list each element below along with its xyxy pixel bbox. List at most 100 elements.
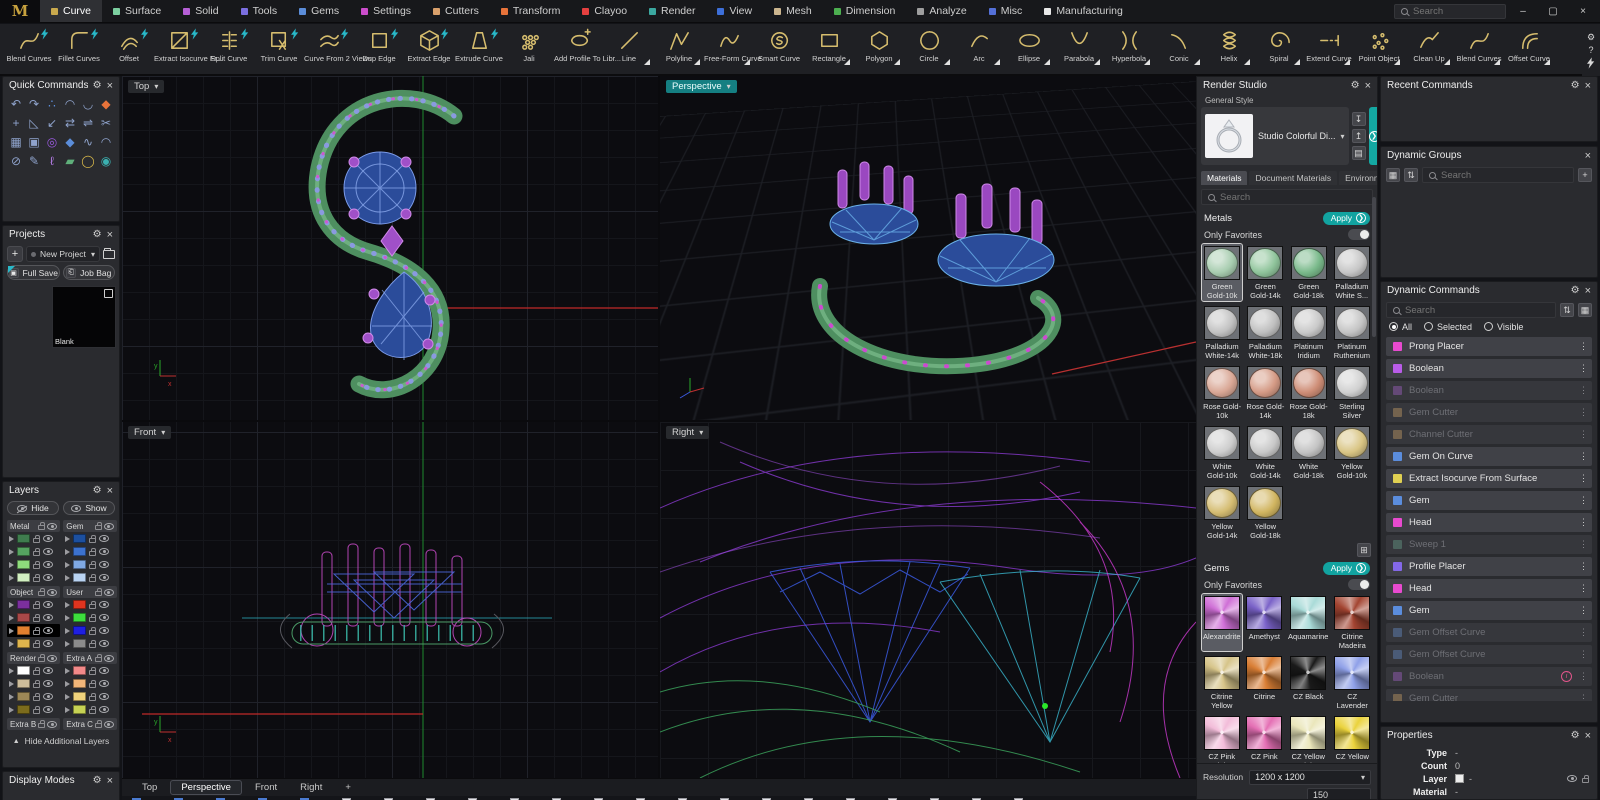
command-row-head[interactable]: Head ⋮ bbox=[1386, 513, 1592, 532]
lock-icon[interactable] bbox=[33, 573, 40, 582]
layer-color-swatch[interactable] bbox=[17, 666, 30, 675]
metal-swatch-white-gold-10k[interactable]: White Gold-10k bbox=[1202, 424, 1242, 481]
material-icon[interactable]: ▰ bbox=[61, 153, 79, 169]
bolt-icon[interactable] bbox=[1587, 56, 1595, 69]
menu-item-mesh[interactable]: Mesh bbox=[763, 0, 823, 22]
tool-split-curve[interactable]: Split Curve bbox=[204, 27, 254, 74]
gem-swatch-amethyst[interactable]: Amethyst bbox=[1245, 594, 1285, 651]
command-row-gem[interactable]: Gem ⋮ bbox=[1386, 491, 1592, 510]
spheres-icon[interactable]: ∴ bbox=[43, 96, 61, 112]
eye-icon[interactable] bbox=[103, 588, 114, 596]
flyout-triangle-icon[interactable] bbox=[1244, 59, 1250, 65]
hide-additional-layers[interactable]: ▲ Hide Additional Layers bbox=[3, 734, 119, 748]
row-menu-icon[interactable]: ⋮ bbox=[1579, 693, 1588, 701]
close-icon[interactable]: × bbox=[107, 80, 113, 92]
menu-item-settings[interactable]: Settings bbox=[350, 0, 422, 22]
menu-item-misc[interactable]: Misc bbox=[978, 0, 1034, 22]
help-icon[interactable]: ? bbox=[1588, 45, 1593, 55]
lock-icon[interactable] bbox=[33, 560, 40, 569]
front-viewport-label[interactable]: Front ▾ bbox=[128, 426, 172, 439]
layer-color-swatch[interactable] bbox=[73, 560, 87, 569]
tool-spiral[interactable]: Spiral bbox=[1254, 27, 1304, 74]
layer-row[interactable] bbox=[63, 624, 117, 637]
tool-fillet-curves[interactable]: Fillet Curves bbox=[54, 27, 104, 74]
flyout-triangle-icon[interactable] bbox=[644, 59, 650, 65]
layer-color-swatch[interactable] bbox=[17, 626, 30, 635]
save-style-icon[interactable]: ↧ bbox=[1351, 112, 1366, 126]
project-select[interactable]: New Project ▾ bbox=[26, 246, 100, 262]
row-menu-icon[interactable]: ⋮ bbox=[1579, 385, 1588, 396]
layer-color-swatch[interactable] bbox=[73, 547, 87, 556]
lock-icon[interactable] bbox=[33, 705, 40, 714]
perspective-viewport-label[interactable]: Perspective ▾ bbox=[666, 80, 737, 93]
gear-icon[interactable]: ⚙ bbox=[93, 485, 102, 496]
lock-icon[interactable] bbox=[89, 639, 97, 648]
lock-icon[interactable] bbox=[89, 560, 97, 569]
eye-icon[interactable] bbox=[43, 535, 53, 542]
flyout-triangle-icon[interactable] bbox=[694, 59, 700, 65]
lock-icon[interactable] bbox=[33, 639, 40, 648]
layer-group-header[interactable]: Metal bbox=[7, 520, 61, 532]
sort-icon[interactable]: ⇅ bbox=[1404, 168, 1418, 182]
eye-icon[interactable] bbox=[43, 667, 53, 674]
expand-triangle-icon[interactable] bbox=[9, 561, 14, 568]
warning-icon[interactable]: i bbox=[1561, 671, 1572, 682]
layer-row[interactable] bbox=[7, 677, 60, 690]
flyout-triangle-icon[interactable] bbox=[1444, 59, 1450, 65]
metal-swatch-sterling-silver[interactable]: Sterling Silver bbox=[1332, 364, 1372, 421]
row-menu-icon[interactable]: ⋮ bbox=[1579, 561, 1588, 572]
gem-icon[interactable]: ◆ bbox=[61, 134, 79, 150]
expand-triangle-icon[interactable] bbox=[9, 680, 14, 687]
eye-icon[interactable] bbox=[47, 720, 58, 728]
expand-triangle-icon[interactable] bbox=[9, 706, 14, 713]
layer-group-header[interactable]: Extra A bbox=[63, 652, 117, 664]
ring-icon[interactable]: ◯ bbox=[79, 153, 97, 169]
eye-icon[interactable] bbox=[43, 574, 53, 581]
lock-icon[interactable] bbox=[89, 573, 97, 582]
expand-triangle-icon[interactable] bbox=[65, 706, 71, 713]
layer-row[interactable] bbox=[63, 545, 117, 558]
lock-icon[interactable] bbox=[89, 626, 97, 635]
layer-color-swatch[interactable] bbox=[73, 692, 87, 701]
tool-extract-isocurve-fr[interactable]: Extract Isocurve Fr... bbox=[154, 27, 223, 74]
tool-line[interactable]: Line bbox=[604, 27, 654, 74]
command-row-gem-cutter[interactable]: Gem Cutter ⋮ bbox=[1386, 689, 1592, 701]
minimize-button[interactable]: – bbox=[1510, 6, 1536, 17]
ribbon-icon[interactable]: ℓ bbox=[43, 153, 61, 169]
partial-value-field[interactable]: 150 bbox=[1307, 788, 1371, 799]
load-style-icon[interactable]: ↥ bbox=[1351, 129, 1366, 143]
gem-swatch-citrine-yellow[interactable]: Citrine Yellow bbox=[1202, 654, 1242, 711]
viewport-tab-top[interactable]: Top bbox=[132, 781, 167, 794]
eye-icon[interactable] bbox=[43, 601, 53, 608]
lock-icon[interactable] bbox=[38, 522, 46, 530]
job-bag-button[interactable]: ⎗ Job Bag bbox=[62, 265, 115, 280]
arc-icon[interactable]: ◠ bbox=[61, 96, 79, 112]
sweep-icon[interactable]: ∿ bbox=[79, 134, 97, 150]
expand-triangle-icon[interactable] bbox=[9, 614, 14, 621]
expand-triangle-icon[interactable] bbox=[65, 680, 71, 687]
eye-icon[interactable] bbox=[47, 522, 58, 530]
lock-icon[interactable] bbox=[89, 613, 97, 622]
command-row-boolean[interactable]: Boolean ⋮ bbox=[1386, 381, 1592, 400]
show-layers-button[interactable]: Show bbox=[63, 501, 115, 515]
gear-icon[interactable]: ⚙ bbox=[1351, 80, 1360, 91]
layer-color-swatch[interactable] bbox=[73, 666, 87, 675]
layer-row[interactable] bbox=[7, 624, 61, 637]
lock-icon[interactable] bbox=[94, 654, 102, 662]
command-row-boolean[interactable]: Boolean i ⋮ bbox=[1386, 667, 1592, 686]
tool-smart-curve[interactable]: Smart Curve bbox=[754, 27, 804, 74]
gem-swatch-citrine[interactable]: Citrine bbox=[1245, 654, 1285, 711]
layer-color-swatch[interactable] bbox=[1455, 774, 1464, 783]
row-menu-icon[interactable]: ⋮ bbox=[1579, 407, 1588, 418]
menu-item-transform[interactable]: Transform bbox=[490, 0, 571, 22]
groups-search[interactable] bbox=[1422, 167, 1574, 183]
full-save-button[interactable]: ▣ Full Save bbox=[7, 265, 60, 280]
layer-row[interactable] bbox=[7, 571, 60, 584]
metal-swatch-palladium-white-14k[interactable]: Palladium White-14k bbox=[1202, 304, 1242, 361]
menu-item-tools[interactable]: Tools bbox=[230, 0, 289, 22]
metal-swatch-palladium-white-s[interactable]: Palladium White S... bbox=[1332, 244, 1372, 301]
gear-icon[interactable]: ⚙ bbox=[1571, 285, 1580, 296]
favorites-toggle[interactable] bbox=[1348, 229, 1370, 240]
row-menu-icon[interactable]: ⋮ bbox=[1579, 495, 1588, 506]
close-icon[interactable]: × bbox=[1585, 730, 1591, 742]
